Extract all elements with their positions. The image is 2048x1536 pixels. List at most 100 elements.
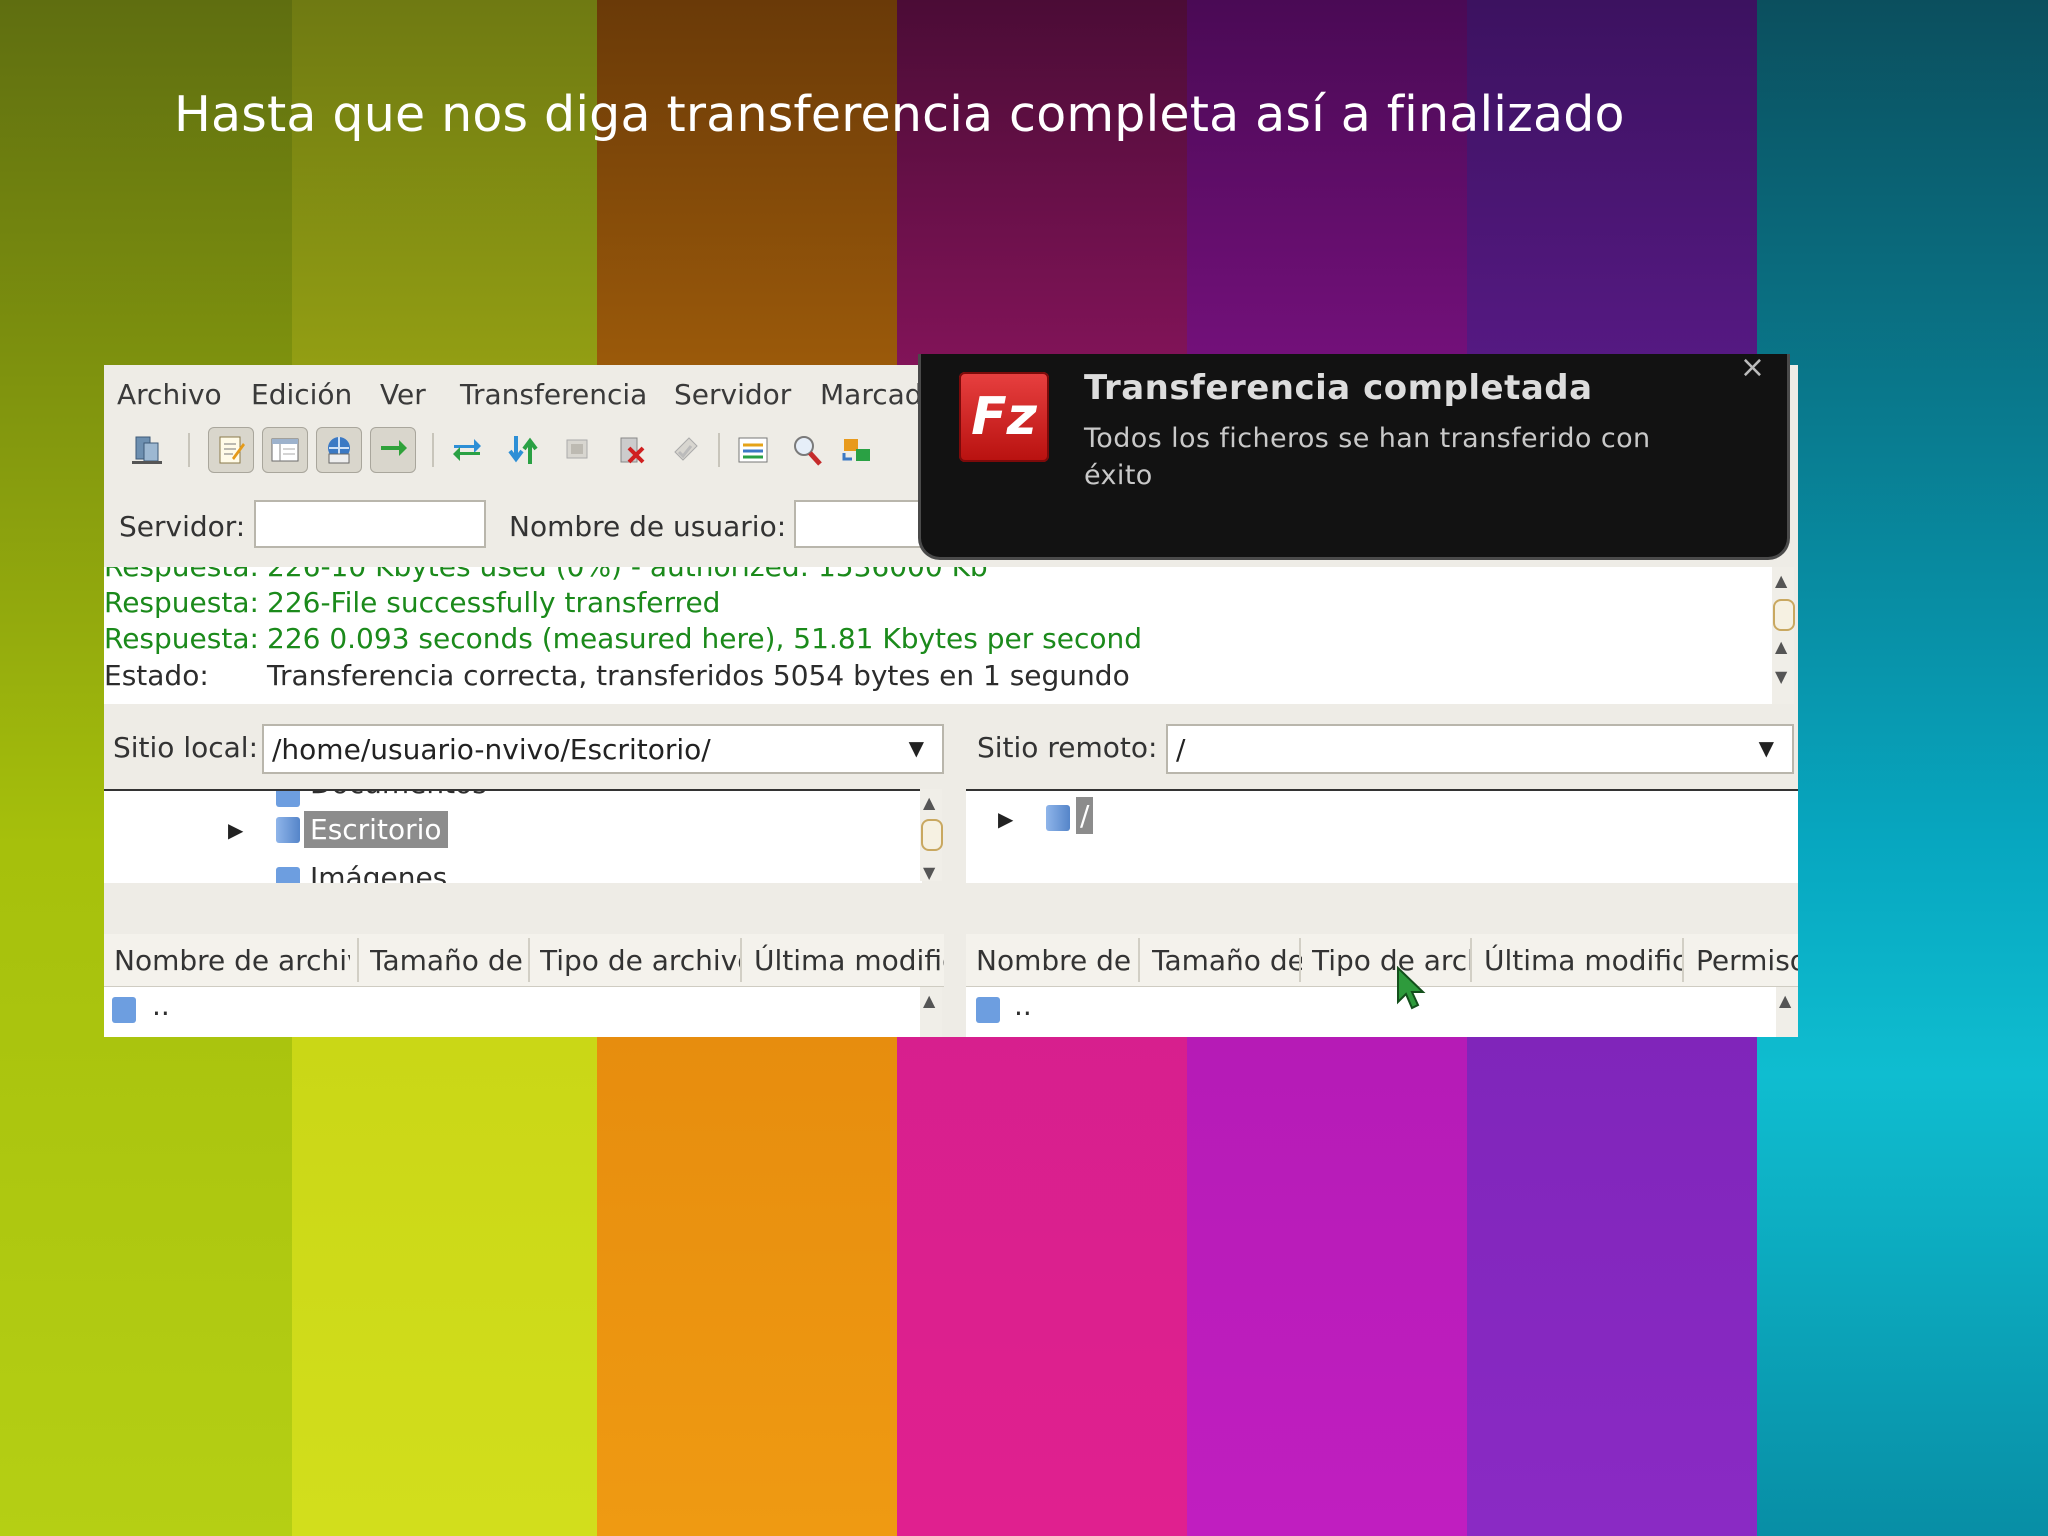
local-list-scrollbar[interactable]: ▲ <box>920 987 942 1037</box>
message-log: Respuesta: 226-10 Kbytes used (0%) - aut… <box>104 567 1779 704</box>
scroll-up-icon[interactable]: ▲ <box>1775 571 1787 590</box>
transfer-complete-notification: Fz Transferencia completada Todos los fi… <box>918 350 1790 560</box>
local-directory-tree: Documentos ▶ Escritorio Imágenes <box>104 789 922 883</box>
menu-servidor[interactable]: Servidor <box>674 378 791 411</box>
expand-arrow-icon[interactable]: ▶ <box>998 807 1013 831</box>
column-header[interactable]: Tipo de archivo <box>540 944 740 977</box>
folder-icon <box>276 867 300 883</box>
tree-item-escritorio[interactable]: Escritorio <box>304 811 448 848</box>
remote-site-label: Sitio remoto: <box>977 731 1158 764</box>
background-stripe <box>1757 0 2048 1536</box>
column-separator[interactable] <box>1682 938 1684 982</box>
search-icon[interactable] <box>784 427 830 473</box>
filezilla-logo-icon: Fz <box>959 372 1049 462</box>
server-label: Servidor: <box>119 510 246 543</box>
column-header[interactable]: Última modific <box>754 944 944 977</box>
column-header[interactable]: Nombre de archiv <box>114 944 350 977</box>
remote-path-value: / <box>1176 733 1186 766</box>
log-line-label: Respuesta: <box>104 567 259 583</box>
menu-archivo[interactable]: Archivo <box>117 378 222 411</box>
log-line: Respuesta: 226-File successfully transfe… <box>104 586 1304 622</box>
expand-arrow-icon[interactable]: ▶ <box>228 818 243 842</box>
scroll-thumb[interactable] <box>1773 599 1795 631</box>
remote-file-list: .. <box>966 987 1776 1037</box>
local-tree-icon[interactable] <box>262 427 308 473</box>
column-separator[interactable] <box>357 938 359 982</box>
toolbar-separator <box>432 433 434 467</box>
column-separator[interactable] <box>528 938 530 982</box>
scroll-down-icon[interactable]: ▼ <box>923 863 935 882</box>
column-header[interactable]: Tamaño de <box>370 944 530 977</box>
process-queue-icon[interactable] <box>500 427 546 473</box>
column-separator[interactable] <box>1299 938 1301 982</box>
tree-item-documentos[interactable]: Documentos <box>310 791 487 800</box>
folder-open-icon <box>1046 805 1070 831</box>
local-path-combo[interactable]: /home/usuario-nvivo/Escritorio/ ▼ <box>262 724 944 774</box>
log-line-label: Respuesta: <box>104 586 259 619</box>
menu-ver[interactable]: Ver <box>380 378 426 411</box>
directory-filter-icon[interactable] <box>730 427 776 473</box>
column-header[interactable]: Tamaño de <box>1152 944 1302 977</box>
list-item[interactable]: .. <box>1014 989 1032 1022</box>
column-separator[interactable] <box>1470 938 1472 982</box>
reconnect-icon[interactable] <box>662 427 708 473</box>
remote-tree-icon[interactable] <box>316 427 362 473</box>
menu-marcadores[interactable]: Marcad <box>820 378 923 411</box>
tree-item-imagenes[interactable]: Imágenes <box>310 861 447 883</box>
notification-body: Todos los ficheros se han transferido co… <box>1084 423 1651 491</box>
toolbar-separator <box>718 433 720 467</box>
local-path-value: /home/usuario-nvivo/Escritorio/ <box>272 733 711 766</box>
remote-path-combo[interactable]: / ▼ <box>1166 724 1794 774</box>
scroll-thumb[interactable] <box>921 819 943 851</box>
column-separator[interactable] <box>740 938 742 982</box>
cancel-operation-icon[interactable] <box>554 427 600 473</box>
menu-edicion[interactable]: Edición <box>251 378 352 411</box>
log-line-text: Transferencia correcta, transferidos 505… <box>267 659 1130 692</box>
local-file-header: Nombre de archiv Tamaño de Tipo de archi… <box>104 934 944 987</box>
notification-title: Transferencia completada <box>1084 368 1593 408</box>
log-line: Estado: Transferencia correcta, transfer… <box>104 659 1304 695</box>
dropdown-arrow-icon[interactable]: ▼ <box>1759 736 1774 760</box>
column-header[interactable]: Última modific <box>1484 944 1684 977</box>
folder-icon <box>112 997 136 1023</box>
column-separator[interactable] <box>1138 938 1140 982</box>
local-tree-scrollbar[interactable]: ▲ ▼ <box>920 789 943 882</box>
log-line: Respuesta: 226-10 Kbytes used (0%) - aut… <box>104 567 1304 586</box>
transfer-queue-icon[interactable] <box>370 427 416 473</box>
column-header[interactable]: Nombre de <box>976 944 1132 977</box>
log-line-text: 226-File successfully transferred <box>267 586 721 619</box>
scroll-up-icon[interactable]: ▲ <box>1779 991 1791 1010</box>
menu-transferencia[interactable]: Transferencia <box>460 378 647 411</box>
message-log-icon[interactable] <box>208 427 254 473</box>
list-item[interactable]: .. <box>152 989 170 1022</box>
column-header[interactable]: Tipo de arch <box>1312 944 1472 977</box>
scroll-up-icon[interactable]: ▲ <box>1775 637 1787 656</box>
disconnect-icon[interactable] <box>608 427 654 473</box>
site-manager-icon[interactable] <box>124 427 170 473</box>
folder-open-icon <box>276 817 300 843</box>
close-icon[interactable]: × <box>1740 350 1765 385</box>
dropdown-arrow-icon[interactable]: ▼ <box>909 736 924 760</box>
username-label: Nombre de usuario: <box>509 510 787 543</box>
column-header[interactable]: Permiso <box>1696 944 1798 977</box>
refresh-icon[interactable] <box>444 427 490 473</box>
server-input[interactable] <box>254 500 486 548</box>
sync-browsing-icon[interactable] <box>834 427 880 473</box>
log-line-label: Estado: <box>104 659 209 692</box>
folder-icon <box>976 997 1000 1023</box>
local-file-list: .. <box>104 987 922 1037</box>
folder-icon <box>276 791 300 807</box>
remote-list-scrollbar[interactable]: ▲ <box>1776 987 1798 1037</box>
remote-file-header: Nombre de Tamaño de Tipo de arch Última … <box>966 934 1798 987</box>
log-line-label: Respuesta: <box>104 622 259 655</box>
mouse-cursor-icon <box>1397 966 1426 1010</box>
log-line-text: 226 0.093 seconds (measured here), 51.81… <box>267 622 1143 655</box>
scroll-up-icon[interactable]: ▲ <box>923 991 935 1010</box>
scroll-up-icon[interactable]: ▲ <box>923 793 935 812</box>
log-line-text: 226-10 Kbytes used (0%) - authorized: 15… <box>267 567 988 583</box>
slide-title: Hasta que nos diga transferencia complet… <box>174 86 1625 143</box>
local-site-label: Sitio local: <box>113 731 259 764</box>
log-scrollbar[interactable]: ▲ ▲ ▼ <box>1772 567 1795 704</box>
tree-item-root[interactable]: / <box>1076 797 1094 834</box>
scroll-down-icon[interactable]: ▼ <box>1775 667 1787 686</box>
